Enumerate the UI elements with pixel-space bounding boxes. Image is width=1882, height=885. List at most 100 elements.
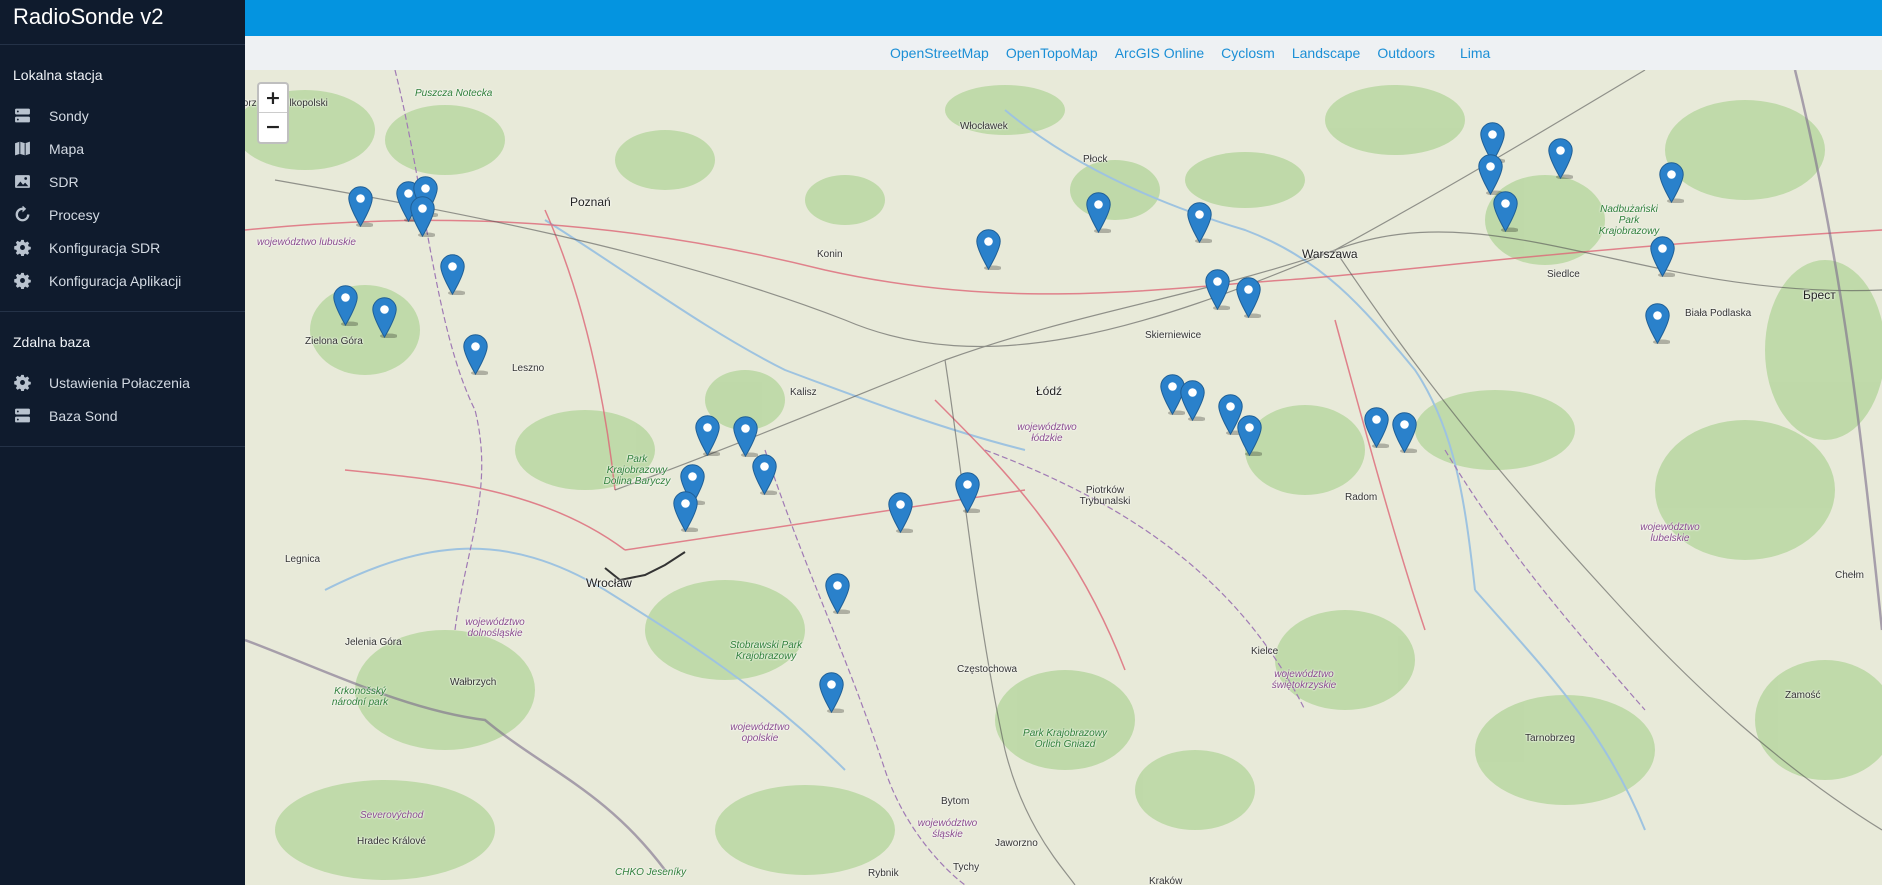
sidebar-item-label: Konfiguracja Aplikacji xyxy=(49,272,182,289)
sidebar-item-label: Konfiguracja SDR xyxy=(49,239,161,256)
layer-cyclosm[interactable]: Cyclosm xyxy=(1221,45,1275,61)
place-label: Kraków xyxy=(1149,876,1183,885)
sonde-marker-icon[interactable] xyxy=(1548,138,1574,180)
place-label: Kielce xyxy=(1251,646,1279,657)
sonde-marker-icon[interactable] xyxy=(1478,154,1504,196)
layer-outdoors[interactable]: Outdoors xyxy=(1377,45,1435,61)
layer-lima[interactable]: Lima xyxy=(1460,45,1490,61)
sonde-marker-icon[interactable] xyxy=(1086,192,1112,234)
sidebar-item-label: SDR xyxy=(49,173,79,190)
sonde-marker-icon[interactable] xyxy=(695,415,721,457)
place-label: Zamość xyxy=(1785,690,1821,701)
region-label: województwo lubuskie xyxy=(257,237,356,248)
layer-selector: OpenStreetMap OpenTopoMap ArcGIS Online … xyxy=(245,36,1882,70)
place-label: Bytom xyxy=(941,796,970,807)
sonde-marker-icon[interactable] xyxy=(752,454,778,496)
park-label: Stobrawski Park Krajobrazowy xyxy=(729,640,803,662)
map-icon xyxy=(13,140,31,158)
sidebar-item-sdr[interactable]: SDR xyxy=(0,165,245,198)
region-label: województwo dolnośląskie xyxy=(465,617,525,639)
sonde-marker-icon[interactable] xyxy=(1650,236,1676,278)
sonde-marker-icon[interactable] xyxy=(1645,303,1671,345)
park-label: Park Krajobrazowy Dolina Baryczy xyxy=(603,454,671,487)
sonde-marker-icon[interactable] xyxy=(888,492,914,534)
map-tiles xyxy=(245,70,1882,885)
sonde-marker-icon[interactable] xyxy=(733,416,759,458)
place-label: Biała Podlaska xyxy=(1685,308,1752,319)
zoom-in-button[interactable]: + xyxy=(259,84,287,113)
sidebar-item-label: Mapa xyxy=(49,140,85,157)
park-label: Krkonošský národní park xyxy=(331,686,389,708)
place-label: Tychy xyxy=(953,862,980,873)
layer-openstreetmap[interactable]: OpenStreetMap xyxy=(890,45,989,61)
remote-db-section: Zdalna baza Ustawienia Połaczenia Baza S… xyxy=(0,312,245,447)
sonde-marker-icon[interactable] xyxy=(825,573,851,615)
region-label: województwo lubelskie xyxy=(1640,522,1700,544)
park-label: CHKO Jeseníky xyxy=(615,867,687,878)
gear-icon xyxy=(13,374,31,392)
sidebar-item-konfiguracja-sdr[interactable]: Konfiguracja SDR xyxy=(0,231,245,264)
sonde-marker-icon[interactable] xyxy=(1237,415,1263,457)
place-label: Częstochowa xyxy=(957,664,1018,675)
place-label: Jaworzno xyxy=(995,838,1038,849)
park-label: Puszcza Notecka xyxy=(415,88,493,99)
sidebar-item-ustawienia-polaczenia[interactable]: Ustawienia Połaczenia xyxy=(0,366,245,399)
place-label: Zielona Góra xyxy=(305,336,363,347)
place-label: Chełm xyxy=(1835,570,1864,581)
sonde-marker-icon[interactable] xyxy=(673,491,699,533)
sidebar-item-sondy[interactable]: Sondy xyxy=(0,99,245,132)
sonde-marker-icon[interactable] xyxy=(1180,380,1206,422)
place-label: Hradec Králové xyxy=(357,836,426,847)
place-label: Łódź xyxy=(1036,384,1063,398)
place-label: Брест xyxy=(1803,288,1836,302)
layer-arcgis-online[interactable]: ArcGIS Online xyxy=(1115,45,1204,61)
sonde-marker-icon[interactable] xyxy=(1205,269,1231,311)
region-label: województwo łódzkie xyxy=(1017,422,1077,444)
sonde-marker-icon[interactable] xyxy=(976,229,1002,271)
sidebar-item-label: Sondy xyxy=(49,107,89,124)
sonde-marker-icon[interactable] xyxy=(1364,407,1390,449)
layer-opentopomap[interactable]: OpenTopoMap xyxy=(1006,45,1098,61)
sonde-marker-icon[interactable] xyxy=(440,254,466,296)
app-title: RadioSonde v2 xyxy=(0,0,245,45)
sidebar-item-konfiguracja-aplikacji[interactable]: Konfiguracja Aplikacji xyxy=(0,264,245,297)
sonde-marker-icon[interactable] xyxy=(333,285,359,327)
place-label: Jelenia Góra xyxy=(345,637,402,648)
sonde-marker-icon[interactable] xyxy=(819,672,845,714)
place-label: Wrocław xyxy=(586,576,632,590)
sonde-marker-icon[interactable] xyxy=(1236,277,1262,319)
zoom-control: + − xyxy=(257,82,289,144)
refresh-icon xyxy=(13,206,31,224)
sidebar-item-baza-sond[interactable]: Baza Sond xyxy=(0,399,245,432)
region-label: Severovýchod xyxy=(360,810,424,821)
sonde-marker-icon[interactable] xyxy=(1493,191,1519,233)
region-label: województwo opolskie xyxy=(730,722,790,744)
map-view[interactable]: Gorzów Wielkopolski Puszcza Notecka Pozn… xyxy=(245,70,1882,885)
sidebar-item-mapa[interactable]: Mapa xyxy=(0,132,245,165)
sidebar-item-label: Baza Sond xyxy=(49,407,118,424)
image-icon xyxy=(13,173,31,191)
sidebar: RadioSonde v2 Lokalna stacja Sondy Mapa … xyxy=(0,0,245,885)
sonde-marker-icon[interactable] xyxy=(1187,202,1213,244)
sonde-marker-icon[interactable] xyxy=(372,297,398,339)
place-label: Legnica xyxy=(285,554,321,565)
layer-landscape[interactable]: Landscape xyxy=(1292,45,1361,61)
place-label: Konin xyxy=(817,249,843,260)
sonde-marker-icon[interactable] xyxy=(1392,412,1418,454)
sonde-marker-icon[interactable] xyxy=(955,472,981,514)
top-bar xyxy=(245,0,1882,36)
sonde-marker-icon[interactable] xyxy=(410,196,436,238)
sonde-marker-icon[interactable] xyxy=(348,186,374,228)
local-station-title: Lokalna stacja xyxy=(13,67,103,83)
place-label: Tarnobrzeg xyxy=(1525,733,1576,744)
region-label: województwo śląskie xyxy=(917,818,978,840)
zoom-out-button[interactable]: − xyxy=(259,113,287,142)
place-label: Płock xyxy=(1083,154,1108,165)
sidebar-item-procesy[interactable]: Procesy xyxy=(0,198,245,231)
place-label: Siedlce xyxy=(1547,269,1580,280)
sonde-marker-icon[interactable] xyxy=(463,334,489,376)
sonde-marker-icon[interactable] xyxy=(1659,162,1685,204)
remote-db-title: Zdalna baza xyxy=(13,334,91,350)
region-label: województwo świętokrzyskie xyxy=(1271,669,1337,691)
place-label: Warszawa xyxy=(1302,247,1358,261)
